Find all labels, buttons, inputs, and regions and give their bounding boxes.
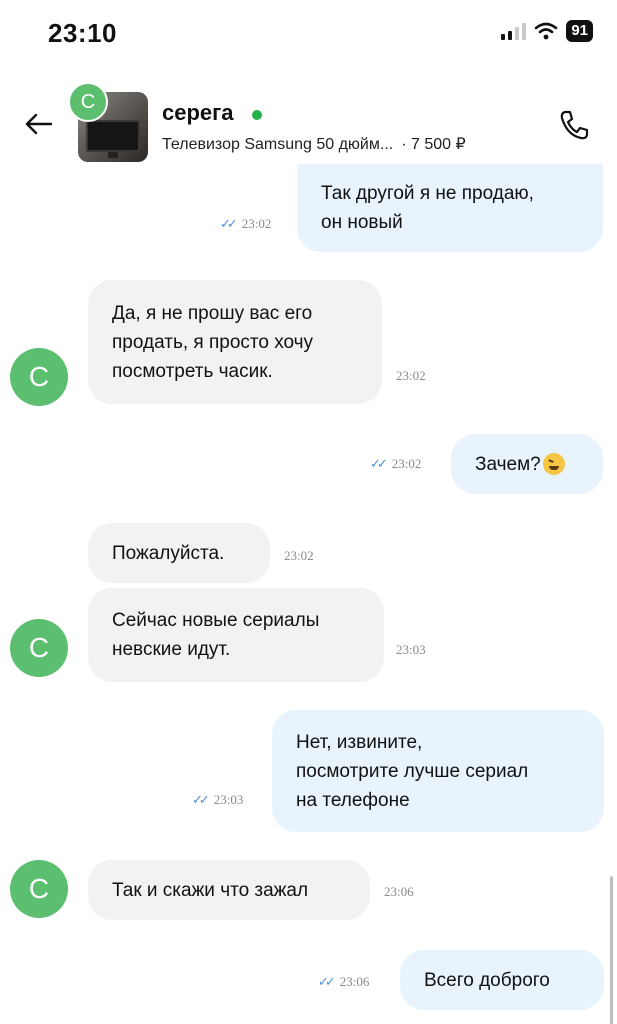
- online-status-indicator: [252, 110, 262, 120]
- listing-title: Телевизор Samsung 50 дюйм...: [162, 136, 394, 153]
- battery-icon: 91: [566, 20, 593, 42]
- status-icons: 91: [501, 20, 593, 42]
- double-check-icon: ✓✓: [370, 456, 388, 471]
- incoming-message[interactable]: Сейчас новые сериалы невские идут.: [88, 588, 384, 682]
- message-time: 23:03: [396, 642, 426, 657]
- message-time: ✓✓ 23:02: [220, 216, 272, 231]
- listing-info[interactable]: Телевизор Samsung 50 дюйм... · 7 500 ₽: [162, 134, 466, 154]
- message-time: ✓✓ 23:03: [192, 792, 244, 807]
- outgoing-message[interactable]: Так другой я не продаю, он новый: [297, 164, 603, 252]
- grinning-squinting-face-icon: [542, 453, 565, 475]
- double-check-icon: ✓✓: [192, 792, 210, 807]
- message-text: Пожалуйста.: [112, 542, 225, 564]
- listing-price: · 7 500 ₽: [401, 136, 466, 153]
- tv-image: [86, 120, 140, 152]
- message-text: Так другой я не продаю, он новый: [321, 183, 534, 233]
- double-check-icon: ✓✓: [318, 974, 336, 989]
- incoming-message[interactable]: Пожалуйста.: [88, 523, 270, 583]
- outgoing-message[interactable]: Всего доброго: [400, 950, 604, 1010]
- arrow-left-icon: [25, 113, 53, 135]
- contact-name[interactable]: серега: [162, 100, 234, 126]
- message-time: 23:02: [396, 368, 426, 383]
- incoming-message[interactable]: Да, я не прошу вас его продать, я просто…: [88, 280, 382, 404]
- status-bar: 23:10 91: [0, 0, 617, 70]
- phone-icon: [560, 110, 589, 140]
- message-list[interactable]: Так другой я не продаю, он новый ✓✓ 23:02…: [0, 164, 617, 1024]
- message-text: Нет, извините, посмотрите лучше сериал н…: [296, 731, 529, 811]
- sender-avatar[interactable]: С: [10, 619, 68, 677]
- outgoing-message[interactable]: Нет, извините, посмотрите лучше сериал н…: [272, 710, 604, 832]
- status-time: 23:10: [48, 18, 117, 48]
- scrollbar[interactable]: [610, 876, 613, 1024]
- message-time: ✓✓ 23:02: [370, 456, 422, 471]
- message-time: 23:02: [284, 548, 314, 563]
- double-check-icon: ✓✓: [220, 216, 238, 231]
- message-time: 23:06: [384, 884, 414, 899]
- message-text: Да, я не прошу вас его продать, я просто…: [112, 302, 314, 382]
- incoming-message[interactable]: Так и скажи что зажал: [88, 860, 370, 920]
- cellular-signal-icon: [501, 22, 527, 40]
- call-button[interactable]: [557, 108, 591, 142]
- message-text: Всего доброго: [424, 969, 550, 991]
- contact-avatar: С: [68, 82, 108, 122]
- message-time: ✓✓ 23:06: [318, 974, 370, 989]
- sender-avatar[interactable]: С: [10, 860, 68, 918]
- message-text: Так и скажи что зажал: [112, 879, 309, 901]
- message-text: Зачем?: [475, 453, 541, 475]
- sender-avatar[interactable]: С: [10, 348, 68, 406]
- back-button[interactable]: [22, 108, 54, 140]
- wifi-icon: [535, 22, 558, 40]
- outgoing-message[interactable]: Зачем?: [451, 434, 603, 494]
- message-text: Сейчас новые сериалы невские идут.: [112, 610, 320, 660]
